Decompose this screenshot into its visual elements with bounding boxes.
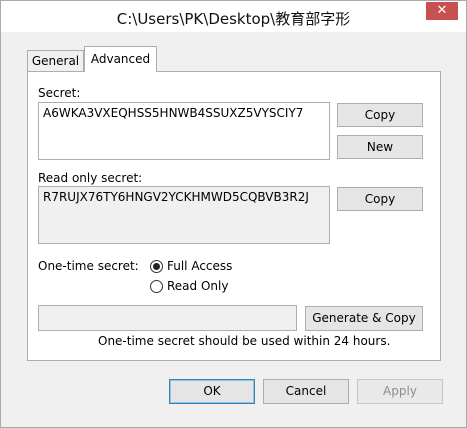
close-icon[interactable]: ✕ <box>426 2 458 20</box>
one-time-secret-field[interactable] <box>38 305 297 331</box>
copy-secret-button[interactable]: Copy <box>337 103 423 127</box>
window-title: C:\Users\PK\Desktop\教育部字形 <box>116 10 351 28</box>
read-only-secret-field[interactable]: R7RUJX76TY6HNGV2YCKHMWD5CQBVB3R2J <box>38 186 330 244</box>
one-time-secret-label: One-time secret: <box>38 259 139 273</box>
read-only-secret-label: Read only secret: <box>38 171 143 185</box>
full-access-label[interactable]: Full Access <box>167 259 232 273</box>
copy-read-only-secret-button[interactable]: Copy <box>337 187 423 211</box>
read-only-radio[interactable] <box>150 280 163 293</box>
tab-general-label: General <box>31 54 80 68</box>
tab-advanced-label: Advanced <box>90 52 151 66</box>
advanced-panel: Secret: A6WKA3VXEQHSS5HNWB4SSUXZ5VYSCIY7… <box>27 71 441 361</box>
new-secret-button[interactable]: New <box>337 135 423 159</box>
cancel-button[interactable]: Cancel <box>263 379 349 404</box>
title-bar[interactable]: C:\Users\PK\Desktop\教育部字形 ✕ <box>1 1 466 32</box>
ok-button[interactable]: OK <box>169 379 255 404</box>
apply-button[interactable]: Apply <box>357 379 443 404</box>
full-access-radio[interactable] <box>150 260 163 273</box>
read-only-label[interactable]: Read Only <box>167 279 228 293</box>
tab-general[interactable]: General <box>27 50 84 71</box>
generate-copy-button[interactable]: Generate & Copy <box>305 306 423 331</box>
properties-dialog: C:\Users\PK\Desktop\教育部字形 ✕ General Adva… <box>0 0 467 428</box>
secret-field[interactable]: A6WKA3VXEQHSS5HNWB4SSUXZ5VYSCIY7 <box>38 102 330 160</box>
tab-advanced[interactable]: Advanced <box>84 46 157 72</box>
secret-label: Secret: <box>38 86 81 100</box>
one-time-secret-note: One-time secret should be used within 24… <box>98 334 391 348</box>
